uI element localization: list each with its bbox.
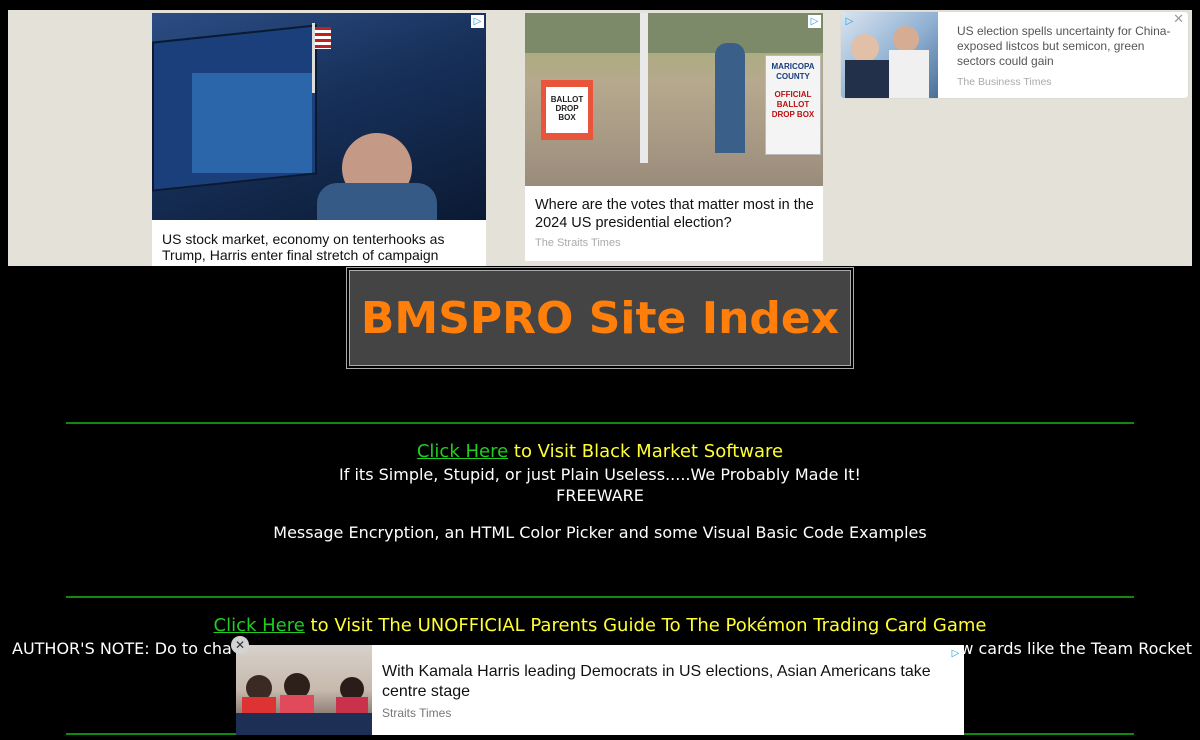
ad-image-sign-dropbox: OFFICIAL BALLOT DROP BOX (771, 90, 815, 119)
close-ad-icon[interactable]: ✕ (231, 636, 249, 654)
section-divider (66, 422, 1134, 424)
author-note-right: ew cards like the Team Rocket (950, 639, 1192, 658)
section-divider (66, 596, 1134, 598)
author-note-left: AUTHOR'S NOTE: Do to cha (12, 639, 232, 658)
ad-card-business[interactable]: ▷ ✕ US election spells uncertainty for C… (841, 12, 1188, 98)
ad-source: The Business Times (957, 76, 1052, 88)
ad-image-panel[interactable] (236, 645, 372, 735)
section1-tagline: If its Simple, Stupid, or just Plain Use… (339, 465, 861, 484)
section2-heading-text: to Visit The UNOFFICIAL Parents Guide To… (304, 615, 987, 636)
ad-title[interactable]: With Kamala Harris leading Democrats in … (382, 662, 952, 702)
ad-card-votes[interactable]: BALLOT DROP BOX MARICOPA COUNTY OFFICIAL… (525, 13, 823, 261)
ad-image-sign-county: MARICOPA COUNTY (771, 62, 815, 81)
ad-choices-icon[interactable]: ▷ (808, 15, 821, 28)
bottom-ad-card[interactable]: ▷ With Kamala Harris leading Democrats i… (236, 645, 964, 735)
freeware-label: FREEWARE (556, 486, 644, 505)
ad-source: The Straits Times (535, 237, 621, 249)
top-ad-strip: ▷ US stock market, economy on tenterhook… (8, 10, 1192, 266)
ad-choices-icon[interactable]: ▷ (843, 15, 856, 28)
ad-title[interactable]: US election spells uncertainty for China… (957, 24, 1177, 69)
section2-heading: Click Here to Visit The UNOFFICIAL Paren… (0, 615, 1200, 636)
ad-choices-icon[interactable]: ▷ (949, 647, 962, 660)
section1-heading-text: to Visit Black Market Software (508, 441, 784, 462)
ad-card-stock-market[interactable]: ▷ US stock market, economy on tenterhook… (152, 13, 486, 266)
pokemon-guide-link[interactable]: Click Here (214, 615, 305, 636)
ad-choices-icon[interactable]: ▷ (471, 15, 484, 28)
page-title: BMSPRO Site Index (360, 292, 840, 344)
section1-heading: Click Here to Visit Black Market Softwar… (0, 441, 1200, 462)
ad-title[interactable]: Where are the votes that matter most in … (535, 196, 817, 232)
ad-source: Straits Times (382, 706, 452, 720)
page-title-box: BMSPRO Site Index (346, 267, 854, 369)
ad-title[interactable]: US stock market, economy on tenterhooks … (162, 231, 480, 263)
ad-image-trader[interactable] (152, 13, 486, 220)
black-market-software-link[interactable]: Click Here (417, 441, 508, 462)
section1-description: Message Encryption, an HTML Color Picker… (273, 523, 927, 542)
ad-image-ballot-box[interactable]: BALLOT DROP BOX MARICOPA COUNTY OFFICIAL… (525, 13, 823, 186)
ad-image-sign-ballot: BALLOT DROP BOX (546, 87, 588, 133)
